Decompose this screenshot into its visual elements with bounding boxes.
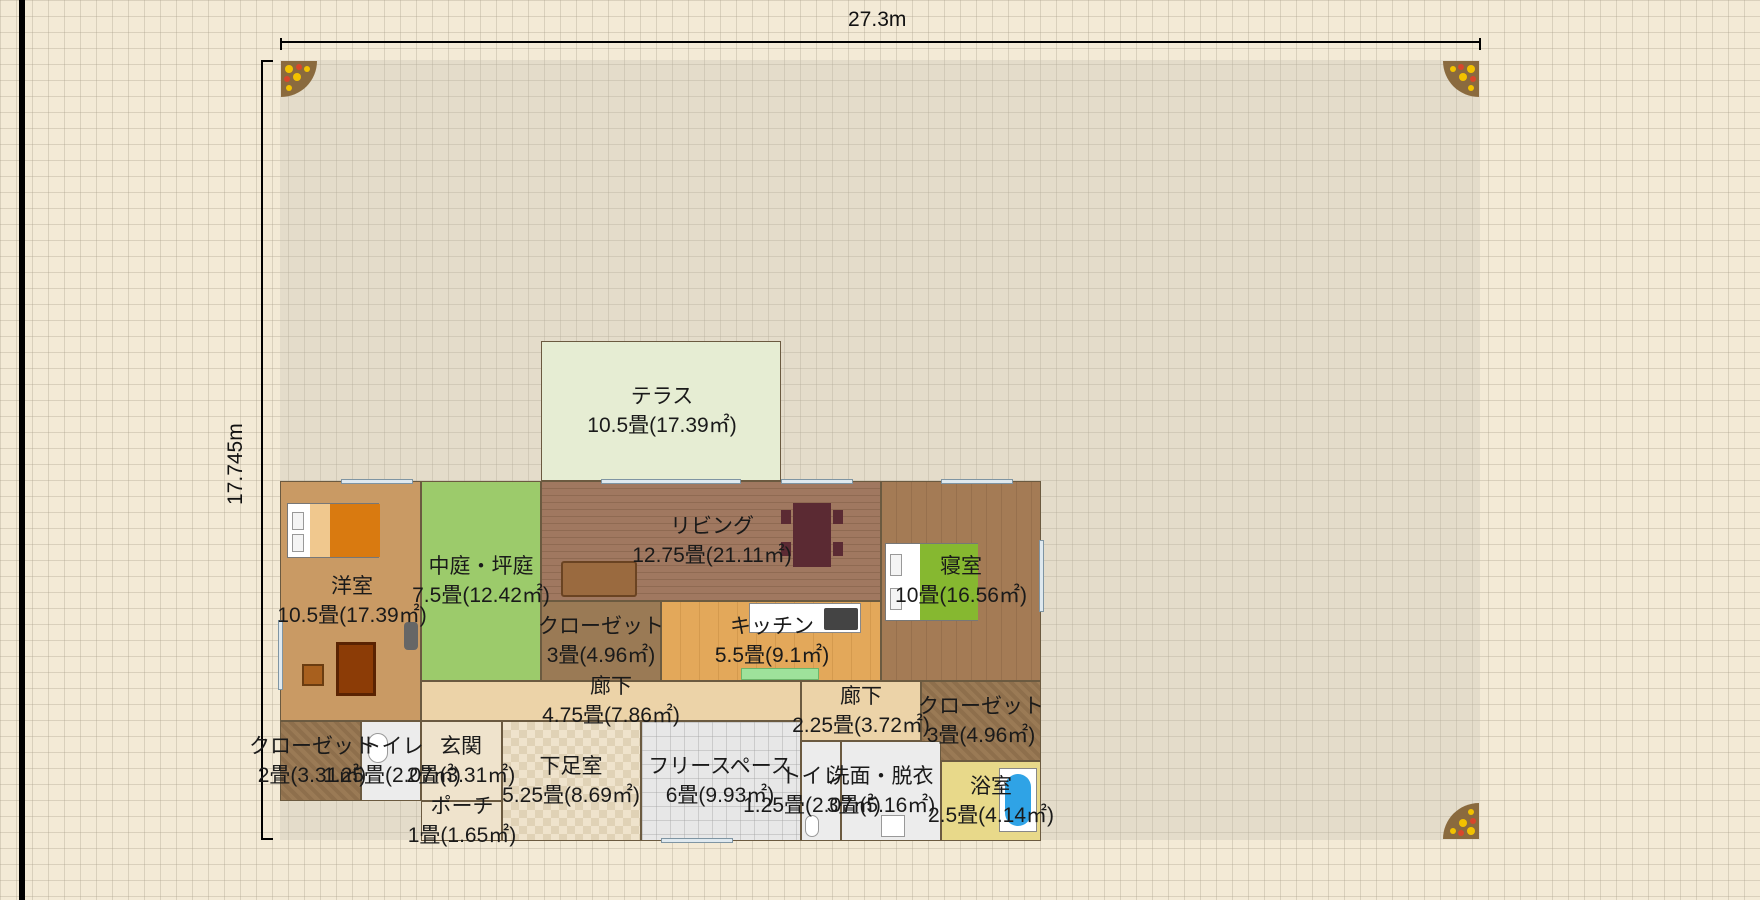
sofa-icon <box>561 561 637 597</box>
room-name: 廊下 <box>589 675 632 698</box>
room-label-closet-right: クローゼット 3畳(4.96㎡) <box>918 692 1044 750</box>
table-icon <box>336 642 376 696</box>
room-label-living: リビング 12.75畳(21.11㎡) <box>632 512 792 570</box>
room-label-hallway-main: 廊下 4.75畳(7.86㎡) <box>542 672 680 730</box>
room-name: 寝室 <box>940 555 982 578</box>
room-name: クローゼット <box>538 615 664 638</box>
window <box>1039 540 1044 612</box>
width-dimension-tick-right <box>1479 38 1481 50</box>
room-name: リビング <box>670 515 754 538</box>
chair-icon <box>833 510 843 524</box>
dining-table-icon <box>793 503 831 567</box>
bed-icon <box>287 503 380 558</box>
room-label-bathroom: 浴室 2.5畳(4.14㎡) <box>928 772 1054 830</box>
room-area: 10.5畳(17.39㎡) <box>587 414 737 437</box>
room-area: 12.75畳(21.11㎡) <box>632 544 792 567</box>
room-name: 浴室 <box>970 775 1012 798</box>
flower-bed-icon <box>281 61 317 97</box>
room-label-bedroom: 寝室 10畳(16.56㎡) <box>895 552 1027 610</box>
room-label-terrace: テラス 10.5畳(17.39㎡) <box>587 382 736 440</box>
flower-bed-icon <box>1443 61 1479 97</box>
height-dimension-line <box>261 60 263 840</box>
room-label-kitchen: キッチン 5.5畳(9.1㎡) <box>715 612 829 670</box>
height-dimension-tick-bottom <box>261 838 273 840</box>
room-area: 3畳(4.96㎡) <box>546 644 656 667</box>
room-label-courtyard: 中庭・坪庭 7.5畳(12.42㎡) <box>412 552 550 610</box>
room-area: 4.75畳(7.86㎡) <box>542 704 680 727</box>
room-name: テラス <box>630 385 694 408</box>
width-dimension-label: 27.3m <box>848 8 907 31</box>
height-dimension-tick-top <box>261 60 273 62</box>
room-name: 洗面・脱衣 <box>828 765 934 788</box>
room-label-washroom: 洗面・脱衣 3畳(5.16㎡) <box>827 762 936 820</box>
room-label-shoe-room: 下足室 5.25畳(8.69㎡) <box>502 752 640 810</box>
room-label-porch: ポーチ 1畳(1.65㎡) <box>408 792 517 850</box>
room-area: 3畳(4.96㎡) <box>926 724 1036 747</box>
width-dimension-line <box>280 41 1480 43</box>
room-name: ポーチ <box>430 795 494 818</box>
room-area: 5.25畳(8.69㎡) <box>502 784 640 807</box>
room-name: 廊下 <box>839 685 882 708</box>
room-area: 10畳(16.56㎡) <box>895 584 1027 607</box>
room-name: キッチン <box>730 615 814 638</box>
room-name: 洋室 <box>330 575 373 598</box>
window <box>941 479 1013 484</box>
window <box>601 479 741 484</box>
chair-icon <box>302 664 324 686</box>
room-area: 7.5畳(12.42㎡) <box>412 584 550 607</box>
flower-bed-icon <box>1443 803 1479 839</box>
room-label-entrance: 玄関 2畳(3.31㎡) <box>407 732 516 790</box>
room-name: クローゼット <box>918 695 1044 718</box>
window <box>278 620 283 690</box>
window <box>781 479 853 484</box>
room-label-western-room: 洋室 10.5畳(17.39㎡) <box>277 572 426 630</box>
window <box>661 838 733 843</box>
room-area: 2畳(3.31㎡) <box>406 764 516 787</box>
room-area: 5.5畳(9.1㎡) <box>714 644 830 667</box>
room-name: 下足室 <box>539 755 603 778</box>
room-area: 2.5畳(4.14㎡) <box>927 804 1055 827</box>
room-name: 玄関 <box>439 735 482 758</box>
room-area: 2.25畳(3.72㎡) <box>792 714 930 737</box>
room-label-closet-center: クローゼット 3畳(4.96㎡) <box>538 612 664 670</box>
chair-icon <box>833 542 843 556</box>
window <box>341 479 413 484</box>
width-dimension-tick-left <box>280 38 282 50</box>
room-name: 中庭・坪庭 <box>428 555 534 578</box>
room-label-hallway-right: 廊下 2.25畳(3.72㎡) <box>792 682 930 740</box>
canvas-left-edge <box>19 0 25 900</box>
room-area: 1畳(1.65㎡) <box>407 824 517 847</box>
height-dimension-label: 17.745m <box>224 423 247 505</box>
room-area: 3畳(5.16㎡) <box>826 794 936 817</box>
room-area: 10.5畳(17.39㎡) <box>277 604 427 627</box>
